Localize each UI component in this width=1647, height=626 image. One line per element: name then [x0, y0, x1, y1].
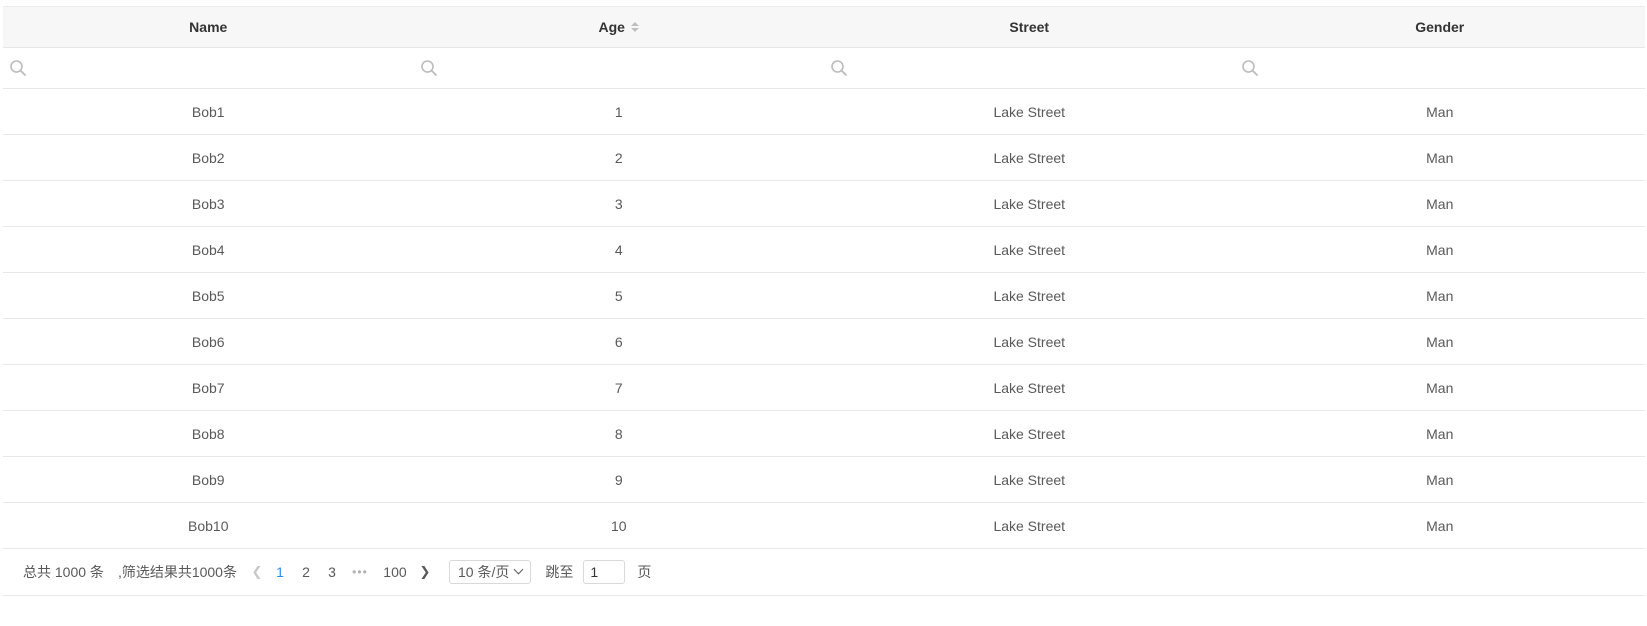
cell-gender: Man — [1234, 410, 1645, 457]
table-row: Bob3 3 Lake Street Man — [3, 180, 1645, 227]
cell-age: 10 — [413, 502, 824, 549]
column-header-label: Age — [598, 19, 625, 35]
cell-name: Bob3 — [3, 180, 414, 227]
sort-icon[interactable] — [630, 22, 639, 32]
data-table: Name Age Street Gender Bob1 1 Lake Stree… — [3, 6, 1645, 549]
filter-cell-name — [3, 47, 414, 89]
cell-street: Lake Street — [824, 318, 1235, 365]
filter-cell-street — [824, 47, 1235, 89]
cell-name: Bob8 — [3, 410, 414, 457]
cell-street: Lake Street — [824, 364, 1235, 411]
column-header-label: Gender — [1415, 19, 1465, 35]
column-header-gender: Gender — [1234, 6, 1645, 48]
table-row: Bob1 1 Lake Street Man — [3, 88, 1645, 135]
page-last[interactable]: 100 — [375, 564, 415, 580]
cell-street: Lake Street — [824, 88, 1235, 135]
cell-gender: Man — [1234, 502, 1645, 549]
cell-age: 1 — [413, 88, 824, 135]
search-icon[interactable] — [9, 59, 27, 82]
page-3[interactable]: 3 — [319, 564, 345, 580]
cell-gender: Man — [1234, 318, 1645, 365]
table-row: Bob8 8 Lake Street Man — [3, 410, 1645, 457]
cell-age: 9 — [413, 456, 824, 503]
cell-name: Bob4 — [3, 226, 414, 273]
table-header-row: Name Age Street Gender — [3, 6, 1645, 48]
cell-street: Lake Street — [824, 226, 1235, 273]
cell-gender: Man — [1234, 134, 1645, 181]
table-row: Bob9 9 Lake Street Man — [3, 456, 1645, 503]
jump-page-input[interactable] — [583, 559, 626, 584]
column-header-street: Street — [824, 6, 1235, 48]
cell-name: Bob6 — [3, 318, 414, 365]
cell-street: Lake Street — [824, 410, 1235, 457]
column-header-label: Name — [189, 19, 228, 35]
jump-label: 跳至 — [545, 563, 574, 580]
table-row: Bob6 6 Lake Street Man — [3, 318, 1645, 365]
cell-gender: Man — [1234, 272, 1645, 319]
cell-age: 6 — [413, 318, 824, 365]
cell-name: Bob1 — [3, 88, 414, 135]
chevron-down-icon — [513, 564, 524, 575]
table-row: Bob10 10 Lake Street Man — [3, 502, 1645, 549]
page-1[interactable]: 1 — [267, 564, 293, 580]
cell-age: 2 — [413, 134, 824, 181]
column-header-name: Name — [3, 6, 414, 48]
cell-name: Bob7 — [3, 364, 414, 411]
cell-age: 5 — [413, 272, 824, 319]
cell-age: 3 — [413, 180, 824, 227]
table-row: Bob2 2 Lake Street Man — [3, 134, 1645, 181]
chevron-right-icon[interactable]: ❯ — [415, 564, 435, 580]
column-header-label: Street — [1009, 19, 1050, 35]
page-size-select[interactable]: 10 条/页 — [448, 559, 532, 584]
page-ellipsis[interactable]: ••• — [345, 565, 375, 579]
cell-name: Bob2 — [3, 134, 414, 181]
search-icon[interactable] — [830, 59, 848, 82]
pager: ❮ 1 2 3 ••• 100 ❯ — [247, 564, 435, 580]
pagination-bar: 总共 1000 条 ,筛选结果共1000条 ❮ 1 2 3 ••• 100 ❯ … — [3, 548, 1645, 596]
filter-cell-gender — [1234, 47, 1645, 89]
cell-name: Bob5 — [3, 272, 414, 319]
filter-row — [3, 47, 1645, 89]
filtered-count: ,筛选结果共1000条 — [117, 563, 237, 580]
page-size-label: 10 条/页 — [457, 563, 510, 580]
filter-cell-age — [413, 47, 824, 89]
table-row: Bob5 5 Lake Street Man — [3, 272, 1645, 319]
column-header-age[interactable]: Age — [413, 6, 824, 48]
total-count: 总共 1000 条 — [23, 563, 104, 580]
chevron-left-icon[interactable]: ❮ — [247, 564, 267, 580]
cell-street: Lake Street — [824, 272, 1235, 319]
cell-name: Bob10 — [3, 502, 414, 549]
cell-street: Lake Street — [824, 134, 1235, 181]
cell-street: Lake Street — [824, 180, 1235, 227]
cell-gender: Man — [1234, 88, 1645, 135]
cell-age: 7 — [413, 364, 824, 411]
cell-age: 8 — [413, 410, 824, 457]
search-icon[interactable] — [1241, 59, 1259, 82]
cell-gender: Man — [1234, 456, 1645, 503]
cell-gender: Man — [1234, 226, 1645, 273]
cell-gender: Man — [1234, 180, 1645, 227]
search-icon[interactable] — [420, 59, 438, 82]
page-2[interactable]: 2 — [293, 564, 319, 580]
cell-street: Lake Street — [824, 456, 1235, 503]
cell-name: Bob9 — [3, 456, 414, 503]
cell-gender: Man — [1234, 364, 1645, 411]
jump-suffix: 页 — [637, 563, 652, 580]
cell-street: Lake Street — [824, 502, 1235, 549]
table-row: Bob7 7 Lake Street Man — [3, 364, 1645, 411]
table-row: Bob4 4 Lake Street Man — [3, 226, 1645, 273]
cell-age: 4 — [413, 226, 824, 273]
